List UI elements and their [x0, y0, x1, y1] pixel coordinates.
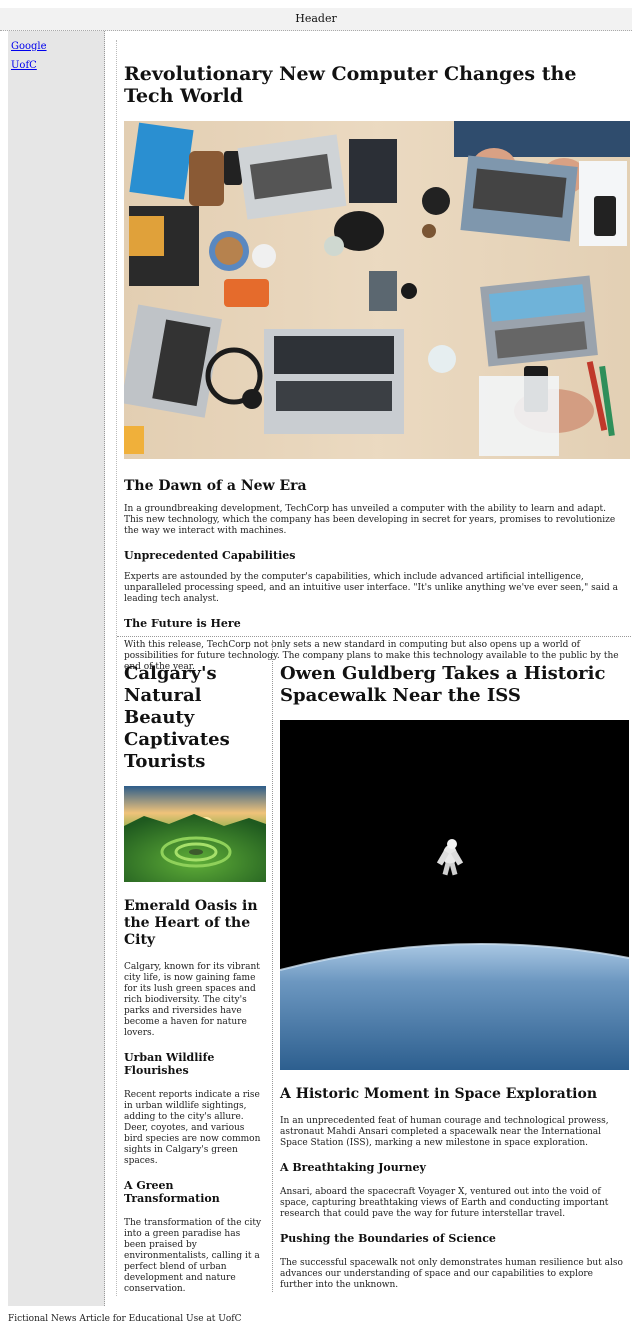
article-calgary: Calgary's Natural Beauty Captivates Tour…	[117, 640, 273, 1294]
article-paragraph: Ansari, aboard the spacecraft Voyager X,…	[280, 1187, 609, 1219]
sidebar-link-uofc[interactable]: UofC	[11, 60, 104, 71]
article-paragraph: In a groundbreaking development, TechCor…	[124, 504, 616, 536]
section-heading: Pushing the Boundaries of Science	[280, 1232, 496, 1245]
article-title: Owen Guldberg Takes a Historic Spacewalk…	[280, 663, 606, 706]
sidebar-link-google[interactable]: Google	[11, 41, 104, 52]
article-spacewalk: Owen Guldberg Takes a Historic Spacewalk…	[273, 640, 632, 1292]
section-heading: A Green Transformation	[124, 1179, 220, 1205]
page-footer: Fictional News Article for Educational U…	[8, 1314, 242, 1324]
article-subtitle: Emerald Oasis in the Heart of the City	[124, 898, 258, 948]
section-heading: The Future is Here	[124, 617, 241, 630]
page-header: Header	[0, 8, 632, 31]
green-park-illustration	[124, 786, 266, 882]
article-paragraph: In an unprecedented feat of human courag…	[280, 1116, 609, 1148]
sidebar: Google UofC	[8, 31, 105, 1306]
article-subtitle: The Dawn of a New Era	[124, 478, 307, 494]
article-paragraph: The successful spacewalk not only demons…	[280, 1258, 623, 1290]
astronaut-earth-illustration	[280, 720, 629, 1070]
article-paragraph: The transformation of the city into a gr…	[124, 1218, 262, 1294]
article-paragraph: Experts are astounded by the computer's …	[124, 572, 619, 604]
green-park-photo	[124, 786, 266, 882]
main-content: Revolutionary New Computer Changes the T…	[116, 40, 632, 1296]
section-heading: Urban Wildlife Flourishes	[124, 1051, 215, 1077]
tech-desk-photo	[124, 121, 630, 459]
section-heading: A Breathtaking Journey	[280, 1161, 426, 1174]
article-tech: Revolutionary New Computer Changes the T…	[117, 40, 632, 672]
article-title: Calgary's Natural Beauty Captivates Tour…	[124, 663, 230, 772]
article-paragraph: Recent reports indicate a rise in urban …	[124, 1090, 261, 1166]
astronaut-earth-photo	[280, 720, 629, 1070]
article-paragraph: Calgary, known for its vibrant city life…	[124, 962, 260, 1038]
tech-desk-illustration	[124, 121, 630, 459]
section-heading: Unprecedented Capabilities	[124, 549, 296, 562]
article-subtitle: A Historic Moment in Space Exploration	[280, 1086, 597, 1102]
article-title: Revolutionary New Computer Changes the T…	[124, 63, 577, 107]
